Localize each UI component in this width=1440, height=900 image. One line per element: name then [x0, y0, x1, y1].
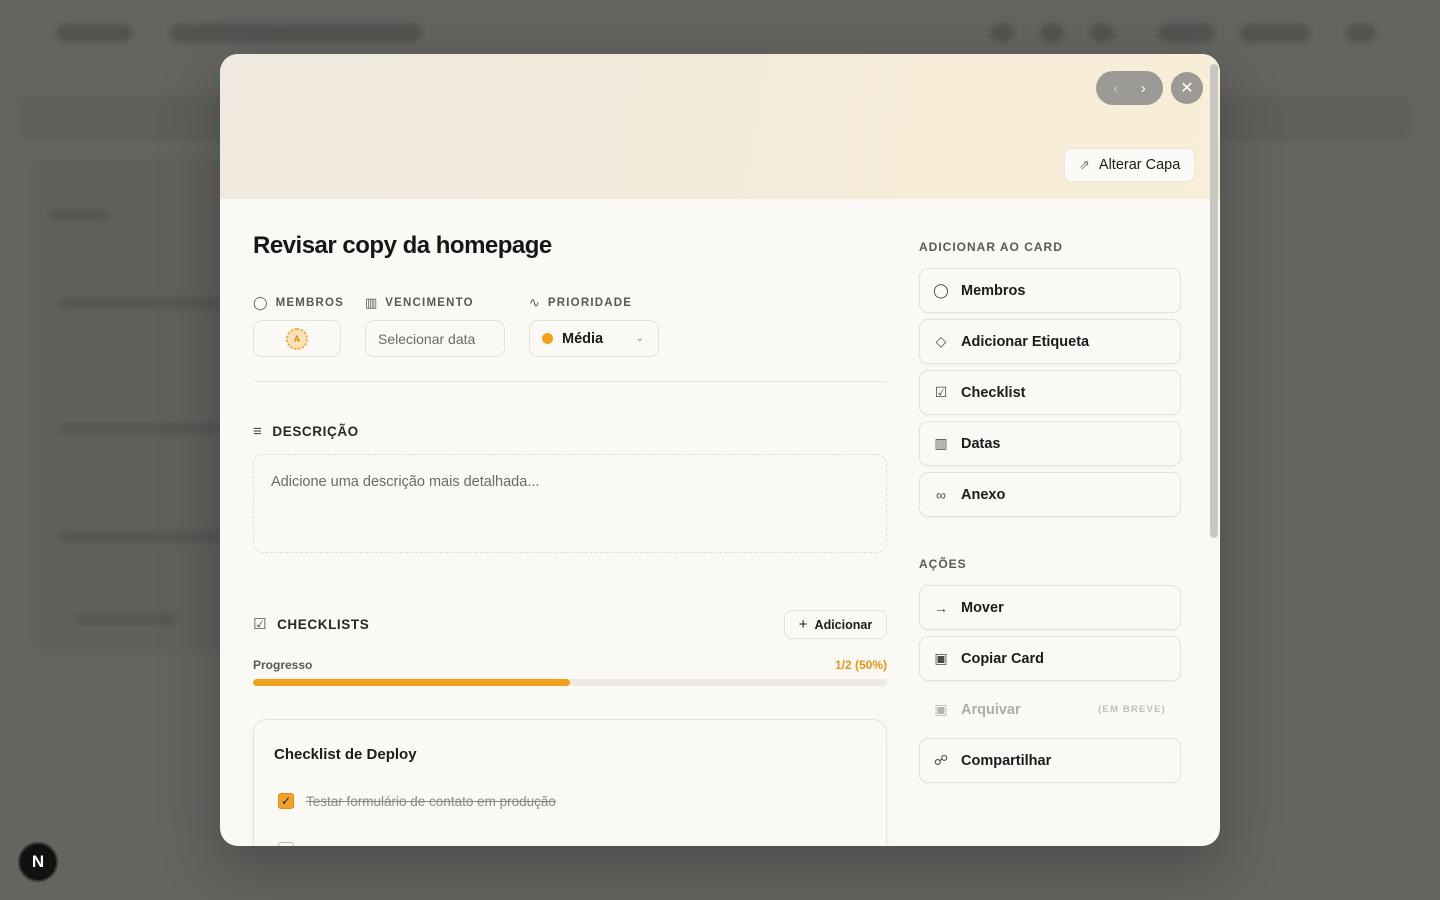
archive-icon: ▣: [934, 701, 948, 717]
checkbox-checked[interactable]: ✓: [278, 793, 294, 809]
checklist-item: [278, 842, 294, 846]
card-title[interactable]: Revisar copy da homepage: [253, 232, 552, 260]
members-label: ◯ MEMBROS: [253, 295, 345, 310]
checkbox-icon: ☑: [253, 616, 268, 633]
close-icon[interactable]: ✕: [1171, 72, 1203, 104]
clipboard-check-icon: ☑: [934, 384, 948, 400]
arrow-right-icon: →: [934, 599, 948, 616]
priority-dot: [542, 333, 553, 344]
card-navigation: ‹ ›: [1096, 71, 1163, 105]
dev-tools-badge[interactable]: N: [18, 842, 58, 882]
priority-select[interactable]: Média ⌄: [529, 320, 659, 357]
due-date-picker[interactable]: Selecionar data: [365, 320, 505, 357]
checklist-button[interactable]: ☑ Checklist: [919, 370, 1181, 415]
progress-bar: [253, 679, 887, 686]
avatar[interactable]: A: [286, 327, 308, 350]
checklist-item-text[interactable]: Testar formulário de contato em produção: [306, 794, 556, 809]
archive-icon: ▣: [934, 650, 948, 666]
change-cover-button[interactable]: ⇗ Alterar Capa: [1064, 148, 1195, 182]
attachment-button[interactable]: ∞ Anexo: [919, 472, 1181, 517]
checklist-card: Checklist de Deploy ✓ Testar formulário …: [253, 719, 887, 846]
progress-fill: [253, 679, 570, 686]
progress-value: 1/2 (50%): [834, 658, 887, 672]
cover-image-icon: ⇗: [1079, 157, 1090, 172]
checklists-heading: ☑ CHECKLISTS: [253, 616, 370, 633]
plus-icon: +: [798, 616, 808, 633]
copy-card-button[interactable]: ▣ Copiar Card: [919, 636, 1181, 681]
calendar-icon: ▥: [934, 435, 948, 451]
priority-label: ∿ PRIORIDADE: [529, 295, 633, 310]
divider: [253, 381, 887, 382]
chevron-right-icon[interactable]: ›: [1131, 80, 1155, 97]
actions-heading: AÇÕES: [919, 557, 967, 571]
tag-icon: ◇: [935, 333, 947, 349]
change-cover-label: Alterar Capa: [1098, 157, 1181, 173]
chevron-down-icon: ⌄: [635, 333, 644, 344]
checkbox-unchecked[interactable]: [278, 842, 294, 846]
description-editor[interactable]: Adicione uma descrição mais detalhada...: [253, 454, 887, 553]
activity-icon: ∿: [529, 295, 540, 310]
share-button[interactable]: ☍ Compartilhar: [919, 738, 1181, 783]
due-date-label: ▥ VENCIMENTO: [365, 295, 474, 310]
move-button[interactable]: → Mover: [919, 585, 1181, 630]
archive-button: ▣ Arquivar (EM BREVE): [934, 701, 1166, 718]
align-left-icon: ≡: [253, 423, 263, 440]
dates-button[interactable]: ▥ Datas: [919, 421, 1181, 466]
members-selector[interactable]: A: [253, 320, 341, 357]
paperclip-icon: ∞: [936, 486, 946, 503]
modal-scrollbar[interactable]: [1210, 64, 1218, 538]
priority-value: Média: [562, 330, 604, 347]
checklist-item: ✓ Testar formulário de contato em produç…: [278, 793, 556, 809]
checklist-title[interactable]: Checklist de Deploy: [274, 746, 417, 763]
add-to-card-heading: ADICIONAR AO CARD: [919, 240, 1063, 254]
members-button[interactable]: ◯ Membros: [919, 268, 1181, 313]
card-detail-modal: ‹ › ✕ ⇗ Alterar Capa Revisar copy da hom…: [220, 54, 1220, 846]
coming-soon-badge: (EM BREVE): [1098, 704, 1166, 715]
share-icon: ☍: [933, 752, 949, 768]
users-icon: ◯: [253, 295, 268, 310]
description-heading: ≡ DESCRIÇÃO: [253, 423, 359, 440]
calendar-icon: ▥: [365, 295, 378, 310]
chevron-left-icon[interactable]: ‹: [1104, 80, 1128, 97]
progress-label: Progresso: [253, 658, 313, 672]
add-label-button[interactable]: ◇ Adicionar Etiqueta: [919, 319, 1181, 364]
add-checklist-button[interactable]: + Adicionar: [784, 610, 887, 639]
users-icon: ◯: [933, 282, 949, 298]
